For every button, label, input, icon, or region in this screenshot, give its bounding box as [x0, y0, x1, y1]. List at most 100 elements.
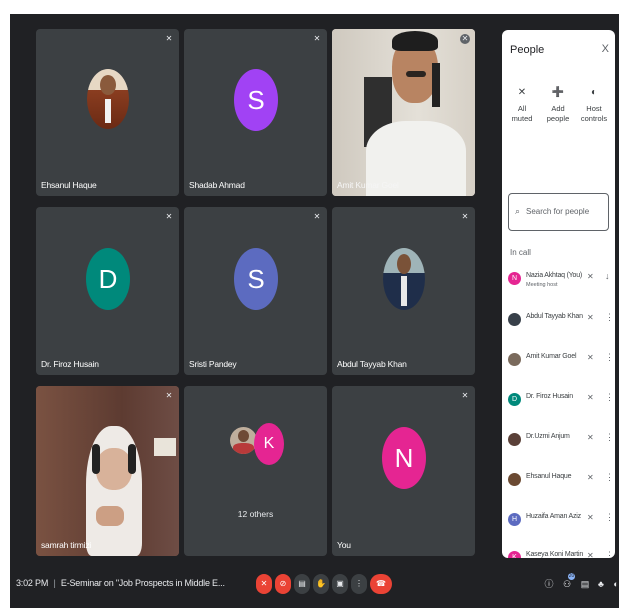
participant-row[interactable]: H Huzaifa Aman Aziz ✕ ⋮: [508, 510, 614, 532]
participant-name: Shadab Ahmad: [189, 180, 245, 190]
mic-off-icon: ✕: [460, 34, 470, 44]
participant-tile[interactable]: ✕ Abdul Tayyab Khan: [332, 207, 475, 375]
mic-off-icon: ✕: [313, 212, 321, 221]
participant-tile[interactable]: ✕ Ehsanul Haque: [36, 29, 179, 196]
info-icon[interactable]: ⓘ: [543, 576, 555, 592]
avatar: K: [508, 551, 521, 558]
video-feed: [332, 29, 475, 196]
participant-photo: [508, 433, 521, 446]
avatar: H: [508, 513, 521, 526]
mic-off-icon: ✕: [587, 513, 594, 522]
host-controls-icon: ◐: [590, 87, 598, 98]
add-people-button[interactable]: ➕ Add people: [540, 86, 576, 124]
search-icon: ⌕: [515, 206, 521, 216]
action-label: muted: [511, 114, 533, 123]
mic-off-icon: ✕: [165, 212, 173, 221]
participant-tile-self[interactable]: ✕ N You: [332, 386, 475, 556]
participant-row[interactable]: Ehsanul Haque ✕ ⋮: [508, 470, 614, 492]
current-time: 3:02 PM: [16, 578, 49, 588]
participant-row[interactable]: K Kaseya Koni Martin ✕ ⋮: [508, 548, 614, 558]
participant-role: Meeting host: [526, 282, 558, 288]
more-vert-icon[interactable]: ⋮: [605, 392, 614, 403]
participant-name: Dr.Uzmi Anjum: [526, 433, 570, 440]
avatar: S: [234, 69, 278, 131]
mic-off-icon: ✕: [165, 34, 173, 43]
present-button[interactable]: ▣: [332, 574, 348, 594]
mic-off-icon: ✕: [587, 353, 594, 362]
video-feed: [36, 386, 179, 556]
avatar: N: [508, 272, 521, 285]
camera-toggle-button[interactable]: ⊘: [275, 574, 291, 594]
avatar: D: [508, 393, 521, 406]
participant-name: Amit Kumar Goel: [526, 353, 577, 360]
meeting-info: 3:02 PM | E-Seminar on "Job Prospects in…: [16, 578, 225, 588]
bottom-control-bar: 3:02 PM | E-Seminar on "Job Prospects in…: [10, 565, 619, 603]
participant-row[interactable]: D Dr. Firoz Husain ✕ ⋮: [508, 390, 614, 412]
avatar: D: [86, 248, 130, 310]
participant-name: Ehsanul Haque: [41, 180, 97, 190]
participant-photo: [383, 248, 425, 310]
participant-name: Ehsanul Haque: [526, 473, 572, 480]
mic-toggle-button[interactable]: ✕: [256, 574, 272, 594]
participant-row[interactable]: Abdul Tayyab Khan ✕ ⋮: [508, 310, 614, 332]
close-icon[interactable]: X: [602, 43, 609, 55]
panel-title: People: [510, 44, 545, 56]
chat-icon[interactable]: ▤: [579, 576, 591, 592]
more-vert-icon[interactable]: ⋮: [605, 432, 614, 443]
divider: |: [53, 578, 56, 588]
participant-row[interactable]: Dr.Uzmi Anjum ✕ ⋮: [508, 430, 614, 452]
participant-row[interactable]: Amit Kumar Goel ✕ ⋮: [508, 350, 614, 372]
host-controls-icon[interactable]: ◐: [610, 576, 619, 592]
search-input[interactable]: ⌕ Search for people: [508, 193, 609, 231]
mic-off-icon: ✕: [587, 433, 594, 442]
participant-count-badge: 20: [568, 573, 575, 580]
raise-hand-button[interactable]: ✋: [313, 574, 329, 594]
mic-off-icon: ✕: [587, 473, 594, 482]
action-label: Add: [551, 104, 565, 113]
more-vert-icon[interactable]: ⋮: [605, 352, 614, 363]
end-call-button[interactable]: ☎: [370, 574, 392, 594]
participant-tile[interactable]: ✕ S Sristi Pandey: [184, 207, 327, 375]
pin-icon[interactable]: ↓: [605, 271, 610, 281]
mic-off-icon: ✕: [587, 313, 594, 322]
mic-off-icon: ✕: [461, 212, 469, 221]
mic-off-icon: ✕: [587, 393, 594, 402]
host-controls-button[interactable]: ◐ Host controls: [576, 86, 612, 124]
participant-name: Abdul Tayyab Khan: [526, 313, 583, 320]
more-vert-icon[interactable]: ⋮: [605, 512, 614, 523]
action-label: controls: [580, 114, 608, 123]
participant-name: samrah tirmizi: [41, 540, 92, 550]
mic-off-icon: ✕: [313, 34, 321, 43]
avatar: S: [234, 248, 278, 310]
action-label: people: [546, 114, 570, 123]
participant-tile[interactable]: ✕ Amit Kumar Goel: [332, 29, 475, 196]
all-muted-button[interactable]: ✕ All muted: [504, 86, 540, 124]
participant-row[interactable]: N Nazia Akhtaq (You) Meeting host ✕ ↓: [508, 269, 612, 291]
avatar: N: [382, 427, 426, 489]
more-vert-icon[interactable]: ⋮: [605, 312, 614, 323]
more-options-button[interactable]: ⋮: [351, 574, 367, 594]
participant-tile[interactable]: ✕ D Dr. Firoz Husain: [36, 207, 179, 375]
avatar: K: [254, 423, 284, 465]
action-label: All: [517, 104, 527, 113]
participant-tile[interactable]: ✕ S Shadab Ahmad: [184, 29, 327, 196]
people-icon[interactable]: ⚇ 20: [561, 573, 575, 592]
participant-name: Abdul Tayyab Khan: [337, 359, 407, 369]
screenshot-root: ✕ Ehsanul Haque ✕ S Shadab Ahmad ✕ Amit …: [0, 0, 619, 608]
action-label: Host: [586, 104, 602, 113]
activities-icon[interactable]: ♣: [595, 576, 607, 592]
participant-name: Huzaifa Aman Aziz: [526, 513, 581, 520]
meeting-title: E-Seminar on "Job Prospects in Middle E.…: [60, 578, 225, 588]
more-vert-icon[interactable]: ⋮: [605, 550, 614, 558]
participant-tile[interactable]: ✕ samrah tirmizi: [36, 386, 179, 556]
captions-button[interactable]: ▤: [294, 574, 310, 594]
participant-name: Dr. Firoz Husain: [41, 359, 99, 369]
participant-tile-others[interactable]: K 12 others: [184, 386, 327, 556]
participant-name: Sristi Pandey: [189, 359, 237, 369]
mic-off-icon: ✕: [517, 87, 527, 98]
more-vert-icon[interactable]: ⋮: [605, 472, 614, 483]
participant-photo: [230, 427, 257, 454]
participant-photo: [508, 313, 521, 326]
participant-name: Kaseya Koni Martin: [526, 551, 584, 558]
mic-off-icon: ✕: [461, 391, 469, 400]
